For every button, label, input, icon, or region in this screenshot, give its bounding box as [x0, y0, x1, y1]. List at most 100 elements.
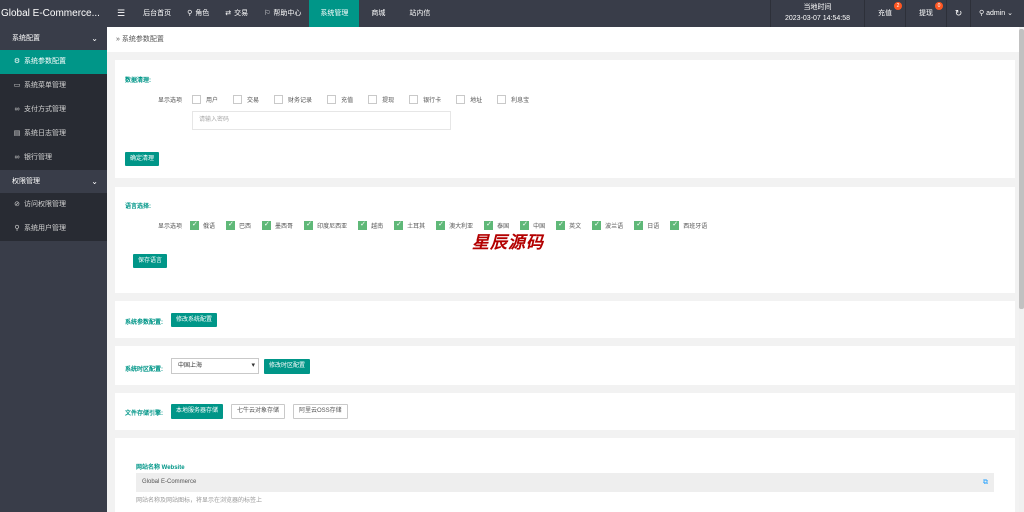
checkbox-checked[interactable]	[634, 220, 644, 230]
clean-option-address[interactable]: 地址	[456, 95, 482, 104]
option-label: 印度尼西亚	[317, 224, 348, 230]
time-label: 当地时间	[803, 4, 832, 11]
sidebar-item-label: 银行管理	[24, 154, 52, 161]
lang-option[interactable]: 墨西哥	[262, 220, 294, 230]
modify-system-config-button[interactable]: 修改系统配置	[171, 313, 218, 327]
checkbox[interactable]	[274, 95, 284, 104]
lang-option[interactable]: 英文	[556, 220, 581, 230]
website-value: Global E-Commerce	[142, 479, 197, 485]
refresh-icon[interactable]: ↻	[946, 0, 970, 27]
checkbox[interactable]	[409, 95, 419, 104]
password-input[interactable]: 请输入密码	[192, 111, 451, 130]
checkbox-checked[interactable]	[262, 220, 272, 230]
lang-option[interactable]: 西班牙语	[670, 220, 708, 230]
sidebar-group-system-config[interactable]: 系统配置 ⌄	[0, 27, 107, 50]
link-icon: ∞	[14, 154, 20, 161]
local-time: 当地时间 2023-03-07 14:54:58	[770, 0, 864, 27]
nav-label: 系统管理	[320, 10, 349, 17]
sidebar-item-menu-manage[interactable]: ▭ 系统菜单管理	[0, 74, 107, 98]
clean-option-trades[interactable]: 交易	[233, 95, 259, 104]
double-chevron-right-icon: »	[116, 36, 120, 43]
checkbox-checked[interactable]	[358, 220, 368, 230]
chevron-down-icon: ⌄	[1007, 10, 1013, 17]
nav-label: 后台首页	[143, 10, 172, 17]
storage-local-button[interactable]: 本地服务器存储	[171, 404, 224, 419]
checkbox-checked[interactable]	[670, 220, 680, 230]
clean-option-interest[interactable]: 利息宝	[497, 95, 529, 104]
copy-icon[interactable]: ⧉	[983, 473, 988, 492]
lang-option[interactable]: 俄语	[190, 220, 215, 230]
nav-dashboard[interactable]: 后台首页	[135, 0, 179, 27]
checkbox-checked[interactable]	[226, 220, 236, 230]
lang-option[interactable]: 印度尼西亚	[304, 220, 348, 230]
checkbox[interactable]	[456, 95, 466, 104]
checkbox-checked[interactable]	[436, 220, 446, 230]
timezone-selected: 中国上海	[178, 363, 203, 369]
option-label: 墨西哥	[275, 224, 294, 230]
nav-messages[interactable]: 站内信	[397, 0, 442, 27]
sidebar-item-system-params[interactable]: ⚙ 系统参数配置	[0, 50, 107, 74]
nav-help[interactable]: ⚐ 帮助中心	[256, 0, 309, 27]
sidebar-item-log-manage[interactable]: ▤ 系统日志管理	[0, 122, 107, 146]
option-label: 西班牙语	[683, 224, 708, 230]
checkbox-checked[interactable]	[592, 220, 602, 230]
system-params-title: 系统参数配置:	[125, 320, 163, 326]
website-hint: 网站名称及网站图标，将显示在浏览器的标签上	[136, 498, 263, 504]
app-title: Global E-Commerce...	[0, 0, 107, 27]
scrollbar[interactable]	[1019, 27, 1024, 512]
data-clean-title: 数据清理:	[125, 78, 151, 84]
checkbox[interactable]	[233, 95, 243, 104]
checkbox[interactable]	[497, 95, 507, 104]
nav-label: 商城	[371, 10, 386, 17]
menu-toggle-icon[interactable]: ☰	[107, 0, 135, 27]
nav-mall[interactable]: 商城	[359, 0, 397, 27]
save-language-button[interactable]: 保存语言	[133, 254, 168, 268]
confirm-clean-button[interactable]: 确定清理	[125, 152, 160, 166]
sidebar-item-bank-manage[interactable]: ∞ 银行管理	[0, 146, 107, 170]
lang-option[interactable]: 越南	[358, 220, 383, 230]
language-title: 语言选择:	[125, 204, 151, 210]
sidebar-item-access-manage[interactable]: ⊘ 访问权限管理	[0, 193, 107, 217]
clean-option-users[interactable]: 用户	[192, 95, 218, 104]
lang-option[interactable]: 澳大利亚	[436, 220, 473, 230]
checkbox[interactable]	[192, 95, 202, 104]
website-name-input[interactable]: Global E-Commerce ⧉	[136, 473, 994, 492]
storage-title: 文件存储引擎:	[125, 411, 163, 417]
timezone-select[interactable]: 中国上海 ▾	[171, 358, 259, 374]
user-name: admin	[986, 10, 1006, 17]
clean-option-recharge[interactable]: 充值	[327, 95, 353, 104]
clean-option-finance[interactable]: 财务记录	[274, 95, 312, 104]
nav-roles[interactable]: ⚲ 角色	[179, 0, 217, 27]
checkbox[interactable]	[327, 95, 337, 104]
modify-timezone-button[interactable]: 修改时区配置	[264, 359, 311, 374]
nav-label: 角色	[195, 10, 210, 17]
data-clean-options: 显示选项 用户 交易 财务记录 充值 提现 银行卡 地址 利息宝	[158, 95, 539, 104]
user-icon: ⚲	[979, 10, 985, 17]
lang-option[interactable]: 日语	[634, 220, 659, 230]
lang-option[interactable]: 巴西	[226, 220, 251, 230]
nav-system[interactable]: 系统管理	[309, 0, 360, 27]
withdraw-button[interactable]: 提现 0	[905, 0, 946, 27]
storage-qiniu-button[interactable]: 七牛云对象存储	[231, 404, 286, 419]
sidebar-group-permission[interactable]: 权限管理 ⌄	[0, 170, 107, 193]
checkbox-checked[interactable]	[394, 220, 404, 230]
sidebar-item-payment-manage[interactable]: ∞ 支付方式管理	[0, 98, 107, 122]
lang-option[interactable]: 波兰语	[592, 220, 623, 230]
user-menu[interactable]: ⚲ admin ⌄	[970, 0, 1024, 27]
lang-option[interactable]: 土耳其	[394, 220, 425, 230]
sidebar-item-user-manage[interactable]: ⚲ 系统用户管理	[0, 217, 107, 241]
recharge-button[interactable]: 充值 2	[864, 0, 905, 27]
window-icon: ▭	[13, 82, 21, 89]
group-label: 权限管理	[12, 178, 40, 185]
checkbox-checked[interactable]	[304, 220, 314, 230]
checkbox-checked[interactable]	[556, 220, 566, 230]
checkbox-checked[interactable]	[190, 220, 200, 230]
website-label: 网站名称 Website	[136, 465, 185, 471]
group-label: 系统配置	[12, 35, 40, 42]
nav-trade[interactable]: ⇄ 交易	[217, 0, 256, 27]
scrollbar-thumb[interactable]	[1019, 29, 1024, 309]
storage-aliyun-button[interactable]: 阿里云OSS存储	[293, 404, 348, 419]
clean-option-bankcard[interactable]: 银行卡	[409, 95, 441, 104]
checkbox[interactable]	[368, 95, 378, 104]
clean-option-withdraw[interactable]: 提现	[368, 95, 394, 104]
